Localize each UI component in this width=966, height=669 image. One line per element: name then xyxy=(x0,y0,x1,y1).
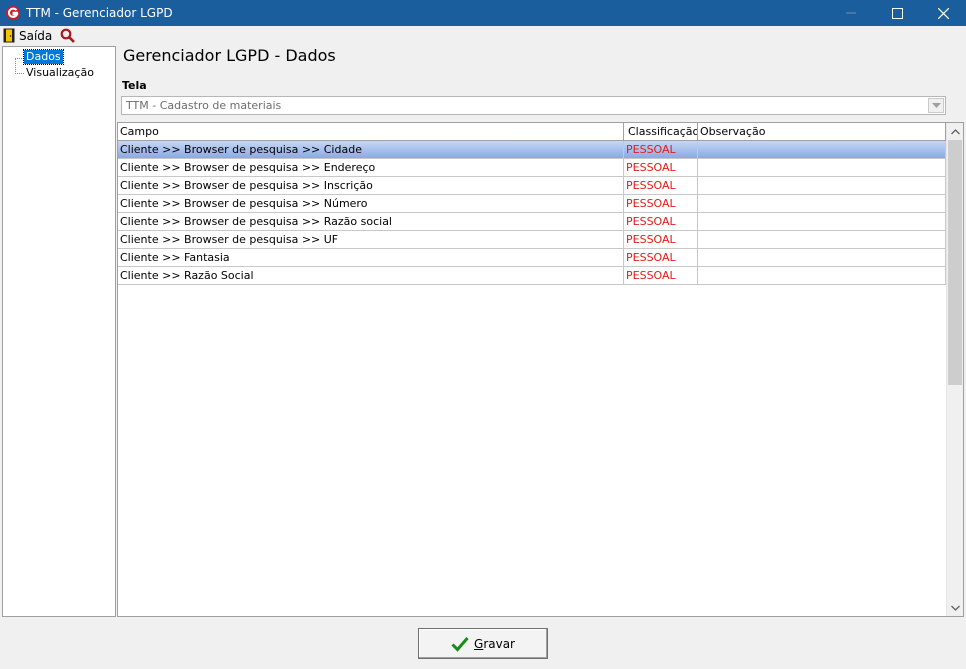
tree-item-dados[interactable]: Dados xyxy=(23,49,64,65)
scroll-thumb[interactable] xyxy=(948,140,962,385)
table-row[interactable]: Cliente >> Fantasia PESSOAL xyxy=(118,249,946,267)
close-button[interactable] xyxy=(920,0,966,26)
lgpd-fields-grid[interactable]: Campo Classificação Observação Cliente >… xyxy=(117,122,964,617)
door-exit-icon xyxy=(3,28,15,43)
tree-connector xyxy=(15,58,24,59)
column-header-observacao[interactable]: Observação xyxy=(698,123,946,141)
close-icon xyxy=(937,7,949,19)
column-header-campo[interactable]: Campo xyxy=(118,123,624,141)
chevron-down-icon xyxy=(931,103,941,108)
tree-item-visualizacao[interactable]: Visualização xyxy=(24,66,96,80)
table-row[interactable]: Cliente >> Browser de pesquisa >> Inscri… xyxy=(118,177,946,195)
magnifier-icon[interactable] xyxy=(60,28,76,43)
table-row[interactable]: Cliente >> Browser de pesquisa >> Número… xyxy=(118,195,946,213)
table-row[interactable]: Cliente >> Browser de pesquisa >> Razão … xyxy=(118,213,946,231)
campo-cell[interactable]: Cliente >> Razão Social xyxy=(118,267,624,284)
vertical-scrollbar[interactable] xyxy=(946,123,963,616)
grid-header: Campo Classificação Observação xyxy=(118,123,946,141)
checkmark-icon xyxy=(451,636,469,652)
table-row[interactable]: Cliente >> Browser de pesquisa >> UF PES… xyxy=(118,231,946,249)
observacao-cell[interactable] xyxy=(698,141,946,158)
exit-menu-item[interactable]: Saída xyxy=(3,27,52,44)
minimize-icon xyxy=(846,12,856,14)
navigation-tree: Dados Visualização xyxy=(2,46,116,617)
classificacao-cell[interactable]: PESSOAL xyxy=(624,249,698,266)
chevron-up-icon xyxy=(950,128,960,134)
app-logo-icon xyxy=(6,6,20,20)
chevron-down-icon xyxy=(950,605,960,611)
campo-cell[interactable]: Cliente >> Browser de pesquisa >> Inscri… xyxy=(118,177,624,194)
campo-cell[interactable]: Cliente >> Fantasia xyxy=(118,249,624,266)
classificacao-cell[interactable]: PESSOAL xyxy=(624,213,698,230)
campo-cell[interactable]: Cliente >> Browser de pesquisa >> Endere… xyxy=(118,159,624,176)
scroll-up-button[interactable] xyxy=(947,123,963,140)
observacao-cell[interactable] xyxy=(698,195,946,212)
window-title: TTM - Gerenciador LGPD xyxy=(26,6,173,20)
table-row[interactable]: Cliente >> Browser de pesquisa >> Endere… xyxy=(118,159,946,177)
menu-bar: Saída xyxy=(0,26,966,45)
table-row[interactable]: Cliente >> Browser de pesquisa >> Cidade… xyxy=(118,141,946,159)
scroll-down-button[interactable] xyxy=(947,599,963,616)
classificacao-cell[interactable]: PESSOAL xyxy=(624,195,698,212)
screen-select[interactable]: TTM - Cadastro de materiais xyxy=(121,96,946,115)
tree-connector xyxy=(15,73,24,74)
observacao-cell[interactable] xyxy=(698,159,946,176)
maximize-icon xyxy=(891,7,903,19)
campo-cell[interactable]: Cliente >> Browser de pesquisa >> UF xyxy=(118,231,624,248)
classificacao-cell[interactable]: PESSOAL xyxy=(624,267,698,284)
campo-cell[interactable]: Cliente >> Browser de pesquisa >> Número xyxy=(118,195,624,212)
observacao-cell[interactable] xyxy=(698,177,946,194)
classificacao-cell[interactable]: PESSOAL xyxy=(624,159,698,176)
table-row[interactable]: Cliente >> Razão Social PESSOAL xyxy=(118,267,946,285)
observacao-cell[interactable] xyxy=(698,267,946,284)
maximize-button[interactable] xyxy=(874,0,920,26)
observacao-cell[interactable] xyxy=(698,213,946,230)
column-header-classificacao[interactable]: Classificação xyxy=(624,123,698,141)
classificacao-cell[interactable]: PESSOAL xyxy=(624,141,698,158)
classificacao-cell[interactable]: PESSOAL xyxy=(624,177,698,194)
observacao-cell[interactable] xyxy=(698,249,946,266)
campo-cell[interactable]: Cliente >> Browser de pesquisa >> Razão … xyxy=(118,213,624,230)
save-button[interactable]: Gravar xyxy=(418,628,548,659)
save-button-label: Gravar xyxy=(474,636,515,651)
grid-rows: Cliente >> Browser de pesquisa >> Cidade… xyxy=(118,141,946,285)
page-title: Gerenciador LGPD - Dados xyxy=(123,46,336,65)
observacao-cell[interactable] xyxy=(698,231,946,248)
title-bar[interactable]: TTM - Gerenciador LGPD xyxy=(0,0,966,26)
exit-menu-label: Saída xyxy=(19,28,53,43)
dropdown-button[interactable] xyxy=(928,98,944,113)
screen-field-label: Tela xyxy=(122,79,147,92)
tree-connector xyxy=(15,58,16,74)
minimize-button[interactable] xyxy=(828,0,874,26)
campo-cell[interactable]: Cliente >> Browser de pesquisa >> Cidade xyxy=(118,141,624,158)
classificacao-cell[interactable]: PESSOAL xyxy=(624,231,698,248)
screen-select-value: TTM - Cadastro de materiais xyxy=(126,99,282,112)
